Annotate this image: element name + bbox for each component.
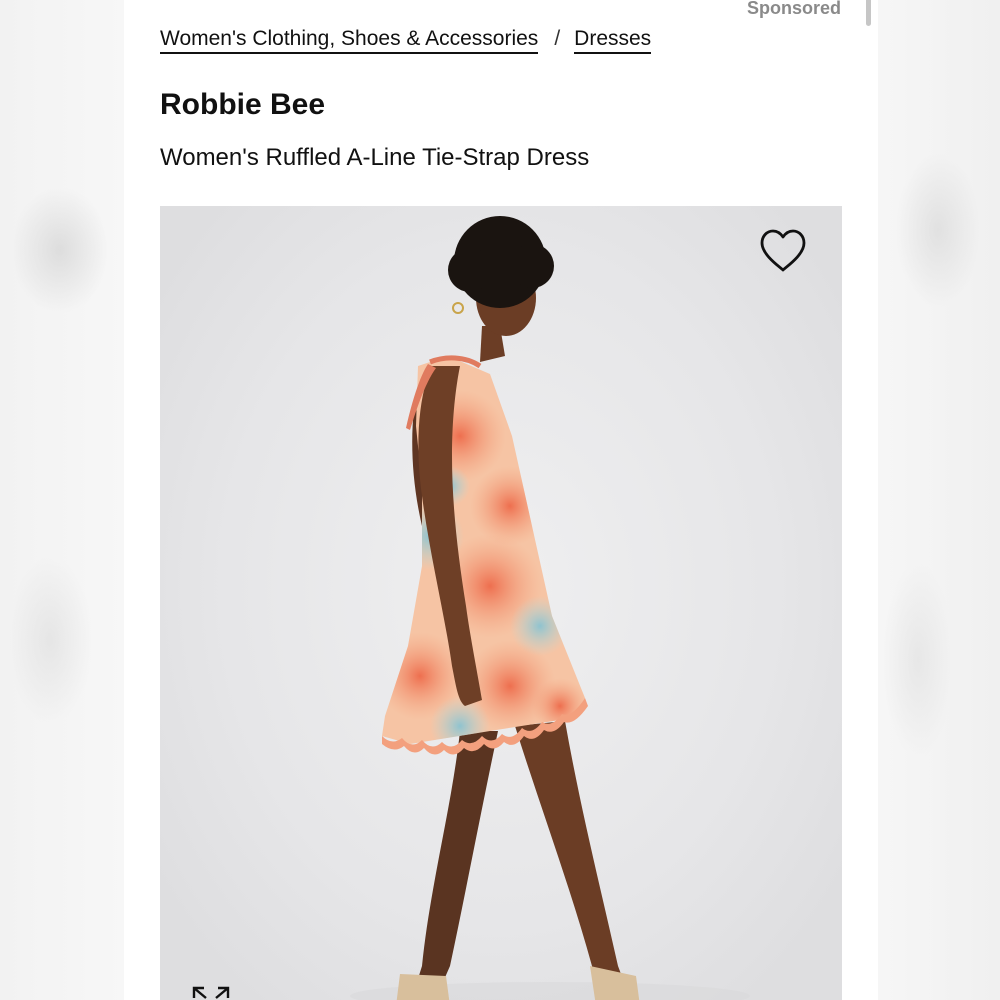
blurred-backdrop-left bbox=[0, 0, 124, 1000]
product-page: Sponsored Women's Clothing, Shoes & Acce… bbox=[124, 0, 878, 1000]
breadcrumb: Women's Clothing, Shoes & Accessories / … bbox=[160, 27, 652, 54]
blurred-backdrop-right bbox=[878, 0, 1000, 1000]
sponsored-label: Sponsored bbox=[746, 0, 841, 18]
brand-name[interactable]: Robbie Bee bbox=[160, 88, 325, 122]
expand-image-button[interactable] bbox=[190, 984, 232, 1000]
model-photo bbox=[350, 216, 750, 1000]
breadcrumb-link-dresses[interactable]: Dresses bbox=[574, 27, 652, 54]
scrollbar-thumb[interactable] bbox=[866, 0, 871, 26]
favorite-button[interactable] bbox=[758, 228, 808, 274]
heart-outline-icon bbox=[760, 229, 806, 272]
expand-arrows-icon bbox=[192, 986, 230, 999]
product-title: Women's Ruffled A-Line Tie-Strap Dress bbox=[160, 144, 590, 171]
product-image[interactable] bbox=[160, 206, 842, 1000]
breadcrumb-separator: / bbox=[554, 27, 561, 50]
breadcrumb-link-womens-clothing[interactable]: Women's Clothing, Shoes & Accessories bbox=[160, 27, 539, 54]
